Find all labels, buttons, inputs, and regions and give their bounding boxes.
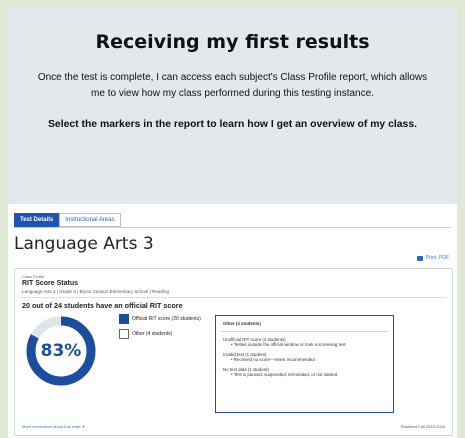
tab-divider	[14, 227, 451, 228]
students-summary: 20 out of 24 students have an official R…	[22, 301, 183, 310]
chevron-down-icon: ▾	[82, 424, 85, 429]
print-label: Print .PDF	[425, 255, 449, 261]
tab-test-details[interactable]: Test Details	[14, 213, 60, 227]
legend-other-label: Other (4 students)	[132, 331, 173, 337]
printer-icon	[416, 255, 423, 261]
print-pdf-link[interactable]: Print .PDF	[416, 255, 449, 261]
legend-swatch-official	[119, 314, 129, 324]
more-info-link[interactable]: More information about this chart ▾	[22, 424, 85, 429]
subject-title: Language Arts 3	[14, 234, 154, 254]
rostered-term: Rostered Fall 2023-2024	[400, 424, 445, 429]
other-group-detail: Test is paused, suspended, terminated, o…	[231, 372, 386, 377]
more-info-label: More information about this chart	[22, 424, 81, 429]
legend-swatch-other	[119, 329, 129, 339]
other-students-box: Other (4 students) Unofficial RIT score …	[215, 315, 394, 413]
donut-percent-label: 83%	[40, 341, 82, 361]
report-preview: Test Details Instructional Areas Languag…	[8, 204, 457, 438]
report-tabs: Test Details Instructional Areas	[14, 213, 121, 227]
intro-header: Receiving my first results Once the test…	[8, 31, 457, 133]
rit-score-panel: Class Profile RIT Score Status Language …	[14, 268, 453, 436]
legend-other: Other (4 students)	[119, 329, 201, 339]
panel-divider	[21, 297, 446, 298]
legend-official: Official RIT score (20 students)	[119, 314, 201, 324]
intro-instruction: Select the markers in the report to lear…	[48, 119, 417, 130]
other-box-divider	[221, 331, 388, 332]
other-group-detail: Tested outside the official window or to…	[231, 342, 386, 347]
panel-subtitle: Language Arts 3 | Grade 3 | Bryce Canyon…	[22, 289, 170, 294]
donut-legend: Official RIT score (20 students) Other (…	[119, 314, 201, 344]
panel-title: RIT Score Status	[22, 280, 79, 287]
intro-card: Receiving my first results Once the test…	[8, 8, 457, 438]
legend-official-label: Official RIT score (20 students)	[132, 316, 201, 322]
panel-breadcrumb: Class Profile	[22, 274, 45, 279]
page-title: Receiving my first results	[95, 31, 370, 53]
other-group-detail: Received no score—retest recommended	[231, 357, 386, 362]
other-box-title: Other (4 students)	[223, 321, 261, 326]
intro-description: Once the test is complete, I can access …	[37, 72, 428, 99]
tab-instructional-areas[interactable]: Instructional Areas	[59, 213, 121, 227]
